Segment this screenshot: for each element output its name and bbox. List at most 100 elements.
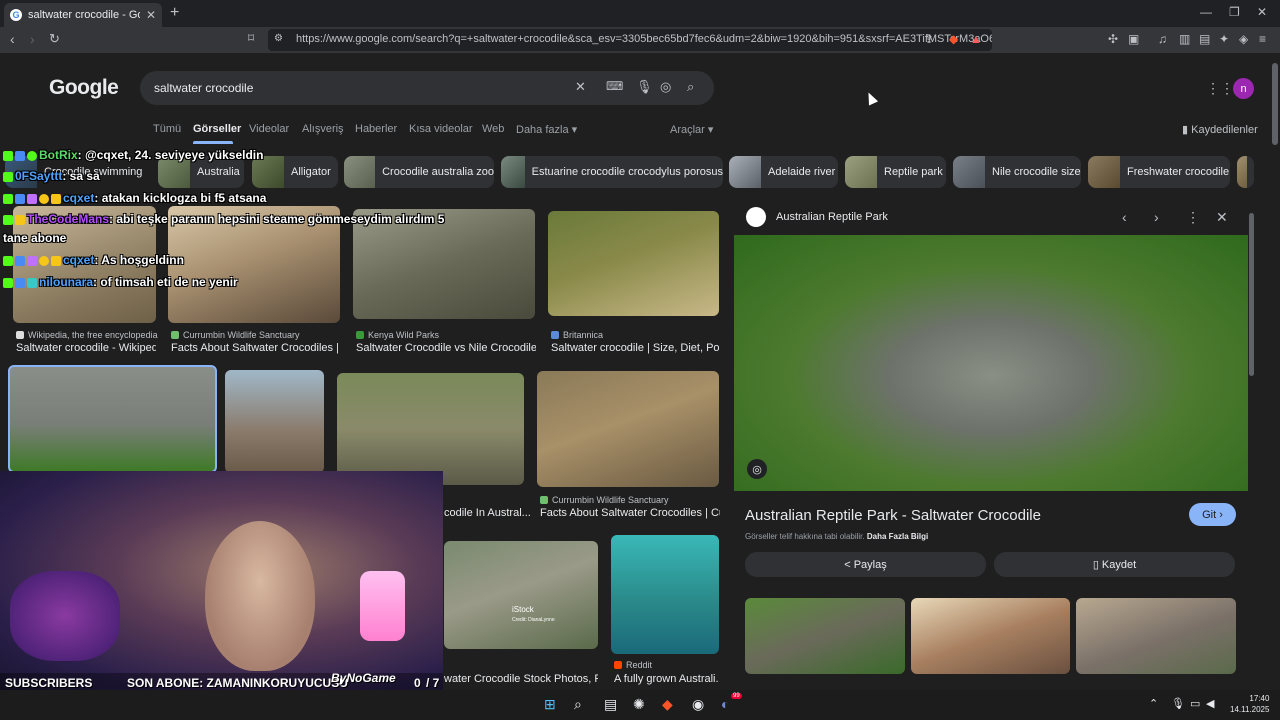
tray-display-icon[interactable]: ▭ [1190,697,1200,710]
task-view-icon[interactable]: ▤ [604,696,617,713]
save-button[interactable]: ▯ Kaydet [994,552,1235,577]
kick-badge-icon [3,277,13,288]
tab-videos[interactable]: Videolar [249,123,289,135]
extensions-icon[interactable]: ✣ [1108,32,1118,46]
bookmark-icon[interactable]: ⌑ [248,31,254,45]
chip-nile-crocodile-size[interactable]: Nile crocodile size [953,156,1081,188]
search-input[interactable]: saltwater crocodile [154,81,253,95]
chat-username: TheCodeMans [27,212,110,226]
leo-ai-icon[interactable]: ✦ [1219,32,1229,46]
result-caption-6[interactable]: codile In Austral... [444,507,534,519]
tab-short-videos[interactable]: Kısa videolar [409,123,473,135]
tab-all[interactable]: Tümü [153,123,181,135]
result-image-istock[interactable]: iStock Credit: DianaLynne [444,541,598,649]
result-image-7[interactable] [337,373,524,485]
more-options-icon[interactable]: ⋮ [1186,209,1200,226]
level-badge-icon [39,193,49,204]
panel-source[interactable]: Australian Reptile Park [746,207,888,227]
wallet-icon[interactable]: ▤ [1199,32,1210,46]
result-caption-3[interactable]: Saltwater Crocodile vs Nile Crocodile: .… [356,342,536,354]
chip-estuarine-crocodile[interactable]: Estuarine crocodile crocodylus porosus [501,156,723,188]
result-caption-1[interactable]: Saltwater crocodile - Wikipedia [16,342,156,354]
tab-more[interactable]: Daha fazla ▾ [516,123,577,136]
result-image-8[interactable] [537,371,719,487]
close-tab-icon[interactable]: ✕ [146,8,156,22]
chip-adelaide-river[interactable]: Adelaide river [729,156,838,188]
result-caption-5[interactable]: Facts About Saltwater Crocodiles | Cur..… [540,507,720,519]
tab-web[interactable]: Web [482,123,504,135]
sidebar-icon[interactable]: ▥ [1179,32,1190,46]
chip-reptile-park[interactable]: Reptile park [845,156,946,188]
previous-icon[interactable]: ‹ [1122,209,1127,225]
result-image-4[interactable] [548,211,719,316]
close-panel-icon[interactable]: ✕ [1216,209,1228,226]
page-scrollbar[interactable] [1272,63,1278,145]
chat-username: cqxet [63,253,95,267]
google-logo[interactable]: Google [49,76,119,100]
tools-button[interactable]: Araçlar ▾ [670,123,713,136]
related-image-2[interactable] [911,598,1070,674]
saved-button[interactable]: ▮ Kaydedilenler [1182,123,1258,136]
learn-more-link[interactable]: Daha Fazla Bilgi [867,532,928,541]
url-field[interactable]: https://www.google.com/search?q=+saltwat… [268,29,992,51]
result-caption-7[interactable]: water Crocodile Stock Photos, Pi... [444,673,598,685]
lens-search-icon[interactable]: ◎ [747,459,767,479]
back-icon[interactable]: ‹ [10,31,15,47]
menu-icon[interactable]: ≡ [1259,32,1266,46]
result-caption-4[interactable]: Saltwater crocodile | Size, Diet, Pop... [551,342,719,354]
maximize-button[interactable]: ❐ [1229,5,1240,19]
obs-icon[interactable]: ◉ [692,696,704,713]
new-tab-button[interactable]: + [170,4,179,22]
result-caption-2[interactable]: Facts About Saltwater Crocodiles | ... [171,342,339,354]
vpn-icon[interactable]: ◈ [1239,32,1248,46]
lens-icon[interactable]: ◎ [660,79,671,95]
keyboard-icon[interactable]: ⌨ [606,79,623,93]
minimize-button[interactable]: — [1200,5,1212,19]
result-caption-8[interactable]: A fully grown Australi... [614,673,719,685]
next-icon[interactable]: › [1154,209,1159,225]
site-info-icon[interactable]: ⚙ [274,33,283,44]
panel-scrollbar[interactable] [1249,213,1254,376]
taskbar-search-icon[interactable]: ⌕ [574,696,582,713]
tab-shopping[interactable]: Alışveriş [302,123,344,135]
tab-news[interactable]: Haberler [355,123,397,135]
microphone-icon[interactable]: 🎙 [636,79,653,95]
search-box[interactable]: saltwater crocodile ✕ ⌨ 🎙 ◎ ⌕ [140,71,714,105]
chat-message: : sa sa [62,169,100,183]
taskbar-clock[interactable]: 17:40 14.11.2025 [1230,693,1269,715]
avatar[interactable]: n [1233,78,1254,99]
forward-icon[interactable]: › [30,31,35,47]
clear-icon[interactable]: ✕ [575,79,586,95]
tray-mic-icon[interactable]: 🎙 [1171,697,1185,710]
close-window-button[interactable]: ✕ [1257,5,1267,19]
discord-icon[interactable]: ◐ [721,696,729,712]
brave-browser-icon[interactable]: ◆ [662,696,673,713]
tray-volume-icon[interactable]: ◀ [1206,697,1214,710]
brave-rewards-icon[interactable]: ▲ [970,32,982,46]
visit-button[interactable]: Git › [1189,503,1236,526]
chatgpt-icon[interactable]: ✺ [633,696,645,713]
related-image-3[interactable] [1076,598,1236,674]
tab-images[interactable]: Görseller [193,123,241,135]
result-image-6[interactable] [225,370,324,473]
search-icon[interactable]: ⌕ [687,79,694,95]
screenshot-icon[interactable]: ▣ [1128,32,1139,46]
share-button[interactable]: < Paylaş [745,552,986,577]
result-image-aquarium[interactable] [611,535,719,654]
brave-shield-icon[interactable]: ◆ [949,32,958,46]
chip-alligator[interactable]: Alligator [252,156,338,188]
chip-freshwater-crocodile[interactable]: Freshwater crocodile [1088,156,1230,188]
windows-start-icon[interactable]: ⊞ [544,696,556,713]
browser-tab[interactable]: G saltwater crocodile - Google'da Ara ✕ [4,3,162,27]
music-icon[interactable]: ♫ [1158,32,1167,46]
chip-label: Freshwater crocodile [1127,166,1230,178]
chip-crocodile-australia-zoo[interactable]: Crocodile australia zoo [344,156,494,188]
result-image-selected[interactable] [8,365,217,473]
chip-overflow[interactable] [1237,156,1254,188]
share-icon[interactable]: ⇪ [924,32,934,46]
tray-chevron-icon[interactable]: ⌃ [1149,697,1158,710]
related-image-1[interactable] [745,598,905,674]
reload-icon[interactable]: ↻ [49,31,60,47]
panel-title[interactable]: Australian Reptile Park - Saltwater Croc… [745,507,1041,524]
panel-image[interactable] [734,235,1248,491]
